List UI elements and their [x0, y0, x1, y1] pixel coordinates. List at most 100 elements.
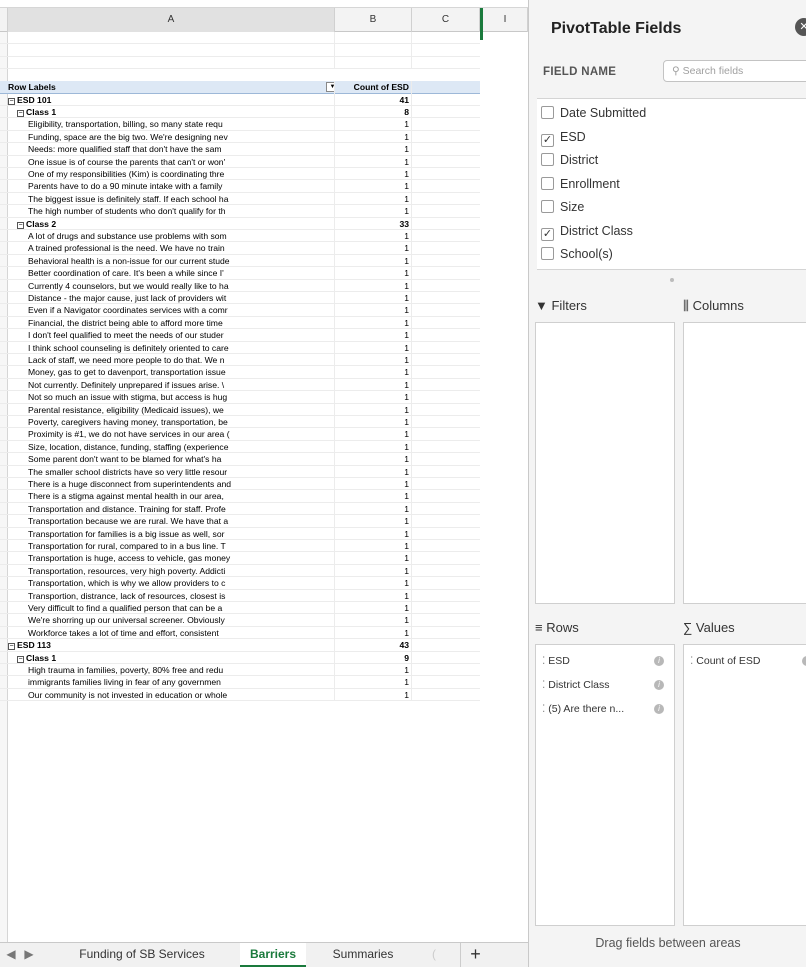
row-count[interactable]: 1	[335, 614, 412, 627]
next-sheet-icon[interactable]: ▶	[22, 943, 36, 967]
row-count[interactable]: 1	[335, 316, 412, 330]
row-label[interactable]: Proximity is #1, we do not have services…	[8, 428, 335, 441]
table-row[interactable]: Behavioral health is a non-issue for our…	[0, 254, 480, 268]
row-label[interactable]: I don't feel qualified to meet the needs…	[8, 329, 335, 342]
cell-c[interactable]	[412, 354, 480, 366]
cell-c[interactable]	[412, 143, 480, 155]
values-drop-area[interactable]: ⁚ Count of ESD i	[683, 644, 806, 926]
info-icon[interactable]: i	[654, 656, 664, 666]
row-label[interactable]: Money, gas to get to davenport, transpor…	[8, 366, 335, 379]
cell-c[interactable]	[412, 627, 480, 639]
row-count[interactable]: 1	[335, 267, 412, 280]
field-item[interactable]: School(s)	[541, 244, 613, 264]
cell-c[interactable]	[412, 168, 480, 180]
cell-c[interactable]	[412, 515, 480, 527]
collapse-icon[interactable]: −	[17, 221, 24, 229]
row-label[interactable]: Financial, the district being able to af…	[8, 316, 335, 330]
table-row[interactable]: Distance - the major cause, just lack of…	[0, 292, 480, 305]
collapse-icon[interactable]: −	[8, 643, 15, 651]
cell-c[interactable]	[412, 478, 480, 490]
cell-c[interactable]	[412, 416, 480, 428]
table-row[interactable]: immigrants families living in fear of an…	[0, 676, 480, 689]
table-row[interactable]: High trauma in families, poverty, 80% fr…	[0, 664, 480, 677]
row-count[interactable]: 1	[335, 230, 412, 243]
cell-b[interactable]	[335, 32, 412, 45]
cell-c[interactable]	[412, 131, 480, 143]
collapse-icon[interactable]: −	[17, 655, 24, 663]
row-label[interactable]: Workforce takes a lot of time and effort…	[8, 626, 335, 640]
row-count[interactable]: 1	[335, 602, 412, 615]
cell-c[interactable]	[412, 292, 480, 304]
search-input[interactable]: ⚲ Search fields	[663, 60, 806, 82]
table-row[interactable]: Financial, the district being able to af…	[0, 316, 480, 330]
count-header[interactable]: Count of ESD	[335, 81, 412, 94]
row-filter-dropdown-icon[interactable]: ▼	[326, 82, 334, 93]
row-count[interactable]: 1	[335, 341, 412, 354]
select-all-corner[interactable]	[0, 8, 8, 32]
field-item[interactable]: Size	[541, 197, 584, 217]
row-count[interactable]: 1	[335, 453, 412, 466]
row-label[interactable]: Transportation and distance. Training fo…	[8, 502, 335, 516]
row-label[interactable]: Transportation, resources, very high pov…	[8, 564, 335, 578]
table-row[interactable]: One issue is of course the parents that …	[0, 155, 480, 168]
row-label[interactable]: The high number of students who don't qu…	[8, 205, 335, 218]
row-label[interactable]: One issue is of course the parents that …	[8, 155, 335, 168]
row-count[interactable]: 1	[335, 626, 412, 640]
table-row[interactable]: There is a huge disconnect from superint…	[0, 478, 480, 491]
table-row[interactable]: The smaller school districts have so ver…	[0, 465, 480, 478]
table-row[interactable]: Better coordination of care. It's been a…	[0, 267, 480, 280]
cell-c[interactable]	[412, 379, 480, 391]
area-field-pill[interactable]: ⁚ (5) Are there n...	[542, 701, 624, 717]
table-row[interactable]: Transportation for families is a big iss…	[0, 527, 480, 540]
row-label[interactable]: Eligibility, transportation, billing, so…	[8, 118, 335, 131]
row-label[interactable]: Parental resistance, eligibility (Medica…	[8, 403, 335, 416]
table-row[interactable]: Needs: more qualified staff that don't h…	[0, 143, 480, 156]
checkbox-icon[interactable]: ✓	[541, 133, 554, 147]
splitter-handle[interactable]	[670, 278, 674, 282]
cell-c[interactable]	[412, 329, 480, 341]
column-header-c[interactable]: C	[412, 8, 480, 32]
cell-c[interactable]	[412, 503, 480, 515]
cell-b[interactable]	[335, 56, 412, 70]
row-count[interactable]: 1	[335, 564, 412, 578]
table-row[interactable]: Parents have to do a 90 minute intake wi…	[0, 180, 480, 193]
row-label[interactable]: − Class 1	[8, 651, 335, 664]
row-label[interactable]: − ESD 101	[8, 93, 335, 106]
table-row[interactable]: Transportation, resources, very high pov…	[0, 564, 480, 578]
tab-funding-of-sb-services[interactable]: Funding of SB Services	[60, 943, 224, 967]
cell-c[interactable]	[412, 81, 480, 93]
row-label[interactable]: Better coordination of care. It's been a…	[8, 267, 335, 280]
cell-c[interactable]	[412, 280, 480, 292]
row-count[interactable]: 1	[335, 168, 412, 181]
row-count[interactable]: 1	[335, 254, 412, 268]
row-label[interactable]: Not so much an issue with stigma, but ac…	[8, 391, 335, 404]
row-count[interactable]: 43	[335, 639, 412, 652]
cell-c[interactable]	[412, 180, 480, 192]
table-row[interactable]	[0, 56, 480, 70]
row-count[interactable]: 1	[335, 490, 412, 503]
cell-c[interactable]	[412, 304, 480, 316]
cell-c[interactable]	[412, 441, 480, 453]
row-label[interactable]: Currently 4 counselors, but we would rea…	[8, 279, 335, 292]
cell-c[interactable]	[412, 242, 480, 254]
cell-c[interactable]	[412, 44, 480, 56]
row-count[interactable]: 1	[335, 478, 412, 491]
table-row[interactable]: Size, location, distance, funding, staff…	[0, 440, 480, 454]
row-count[interactable]: 33	[335, 217, 412, 230]
cell-a[interactable]	[8, 44, 335, 57]
row-label[interactable]: Even if a Navigator coordinates services…	[8, 304, 335, 317]
field-item[interactable]: ✓ ESD	[541, 127, 586, 147]
row-label[interactable]: − Class 2	[8, 217, 335, 230]
checkbox-icon[interactable]: ✓	[541, 227, 554, 241]
cell-c[interactable]	[412, 32, 480, 44]
row-label[interactable]: High trauma in families, poverty, 80% fr…	[8, 664, 335, 677]
collapse-icon[interactable]: −	[17, 110, 24, 117]
row-count[interactable]: 1	[335, 242, 412, 255]
row-labels-header[interactable]: Row Labels ▼	[8, 81, 335, 94]
table-row[interactable]: Transportation and distance. Training fo…	[0, 502, 480, 516]
table-row[interactable]: Transportation because we are rural. We …	[0, 515, 480, 528]
cell-c[interactable]	[412, 267, 480, 279]
table-row[interactable]: Lack of staff, we need more people to do…	[0, 354, 480, 367]
table-row[interactable]: Poverty, caregivers having money, transp…	[0, 416, 480, 429]
area-field-pill[interactable]: ⁚ Count of ESD	[690, 653, 760, 669]
